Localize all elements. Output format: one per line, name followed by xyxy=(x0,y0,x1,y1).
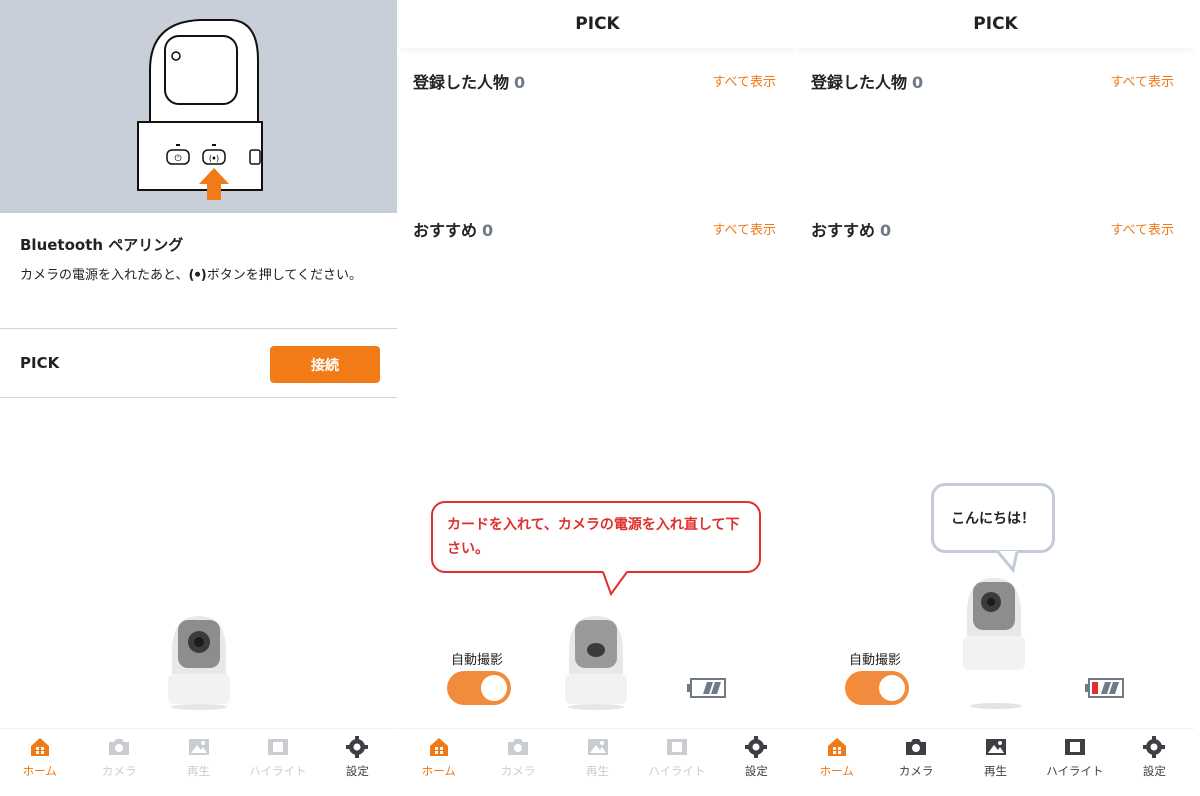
bluetooth-pairing-title: Bluetooth ペアリング xyxy=(20,236,184,254)
error-bubble: カードを入れて、カメラの電源を入れ直して下さい。 xyxy=(431,501,761,573)
tab-play[interactable]: 再生 xyxy=(558,729,637,796)
home-screen-error: PICK 登録した人物 0 すべて表示 おすすめ 0 すべて表示 カードを入れて、カ… xyxy=(399,0,796,796)
registered-people-count: 0 xyxy=(514,73,526,92)
svg-text:(ꔷ): (ꔷ) xyxy=(209,154,219,163)
film-icon xyxy=(1064,739,1085,755)
recommended-label: おすすめ xyxy=(811,221,876,240)
tab-label: ハイライト xyxy=(1046,764,1104,778)
tab-highlight[interactable]: ハイライト xyxy=(1035,729,1114,796)
divider xyxy=(0,397,397,398)
bubble-tail xyxy=(602,571,628,597)
gear-icon xyxy=(346,736,369,758)
image-icon xyxy=(188,739,209,755)
tab-play[interactable]: 再生 xyxy=(956,729,1035,796)
recommended-count: 0 xyxy=(880,221,892,240)
see-all-recommended-link[interactable]: すべて表示 xyxy=(712,219,776,238)
gear-icon xyxy=(1143,736,1166,758)
pick-camera-image xyxy=(565,616,627,710)
home-icon xyxy=(827,738,846,756)
greeting-bubble: こんにちは！ xyxy=(931,483,1055,553)
tab-home[interactable]: ホーム xyxy=(0,729,79,796)
auto-shoot-toggle[interactable] xyxy=(447,671,511,705)
registered-people-label: 登録した人物 xyxy=(811,73,908,92)
tab-highlight[interactable]: ハイライト xyxy=(637,729,716,796)
see-all-registered-link[interactable]: すべて表示 xyxy=(1110,71,1174,90)
film-icon xyxy=(267,739,288,755)
tab-label: ハイライト xyxy=(249,764,307,778)
camera-icon xyxy=(109,739,130,755)
recommended-count: 0 xyxy=(482,221,494,240)
tab-play[interactable]: 再生 xyxy=(159,729,238,796)
auto-shoot-label: 自動撮影 xyxy=(451,653,504,668)
tab-camera[interactable]: カメラ xyxy=(876,729,955,796)
tab-settings[interactable]: 設定 xyxy=(717,729,796,796)
header-title: PICK xyxy=(399,0,796,48)
registered-people-title: 登録した人物 0 xyxy=(811,69,923,93)
registered-people-count: 0 xyxy=(912,73,924,92)
tab-label: 設定 xyxy=(744,764,768,778)
divider xyxy=(0,328,397,329)
connect-button[interactable]: 接続 xyxy=(270,346,380,383)
tab-home[interactable]: ホーム xyxy=(399,729,478,796)
wireless-button-icon: (ꔷ) xyxy=(188,268,207,283)
tab-bar: ホーム カメラ 再生 ハイライト 設定 xyxy=(797,728,1194,796)
recommended-title: おすすめ 0 xyxy=(413,217,493,241)
pairing-screen: ⏻ (ꔷ) Bluetooth ペアリング カメラの電源を入れたあと、(ꔷ)ボタ… xyxy=(0,0,397,796)
recommended-title: おすすめ 0 xyxy=(811,217,891,241)
home-icon xyxy=(429,738,448,756)
tab-label: カメラ xyxy=(101,764,137,778)
registered-people-label: 登録した人物 xyxy=(413,73,510,92)
tab-settings[interactable]: 設定 xyxy=(1115,729,1194,796)
camera-icon xyxy=(906,739,927,755)
image-icon xyxy=(587,739,608,755)
image-icon xyxy=(985,739,1006,755)
tab-label: 再生 xyxy=(187,764,211,778)
see-all-recommended-link[interactable]: すべて表示 xyxy=(1110,219,1174,238)
tab-label: 設定 xyxy=(1142,764,1166,778)
film-icon xyxy=(666,739,687,755)
pick-camera-image xyxy=(963,578,1025,670)
home-icon xyxy=(30,738,49,756)
battery-icon xyxy=(1085,678,1124,698)
camera-shadow xyxy=(970,703,1022,709)
tab-label: ホーム xyxy=(22,764,57,778)
auto-shoot-label: 自動撮影 xyxy=(849,653,902,668)
tab-label: ホーム xyxy=(421,764,456,778)
tab-label: カメラ xyxy=(500,764,536,778)
tab-camera[interactable]: カメラ xyxy=(478,729,557,796)
recommended-label: おすすめ xyxy=(413,221,478,240)
camera-icon xyxy=(508,739,529,755)
tab-highlight[interactable]: ハイライト xyxy=(238,729,317,796)
tab-bar: ホーム カメラ 再生 ハイライト 設定 xyxy=(399,728,796,796)
see-all-registered-link[interactable]: すべて表示 xyxy=(712,71,776,90)
auto-shoot-toggle[interactable] xyxy=(845,671,909,705)
tab-label: 再生 xyxy=(984,764,1008,778)
device-name: PICK xyxy=(20,354,60,372)
toggle-knob xyxy=(481,675,507,701)
camera-button-illustration: ⏻ (ꔷ) xyxy=(137,19,263,200)
registered-people-title: 登録した人物 0 xyxy=(413,69,525,93)
tab-label: ホーム xyxy=(819,764,854,778)
pairing-instructions-part1: カメラの電源を入れたあと、 xyxy=(20,268,189,283)
tab-label: カメラ xyxy=(898,764,934,778)
tab-bar: ホーム カメラ 再生 ハイライト 設定 xyxy=(0,728,397,796)
svg-text:⏻: ⏻ xyxy=(174,153,181,164)
pairing-instructions-part2: ボタンを押してください。 xyxy=(206,268,362,283)
tab-settings[interactable]: 設定 xyxy=(318,729,397,796)
pairing-illustration: ⏻ (ꔷ) xyxy=(0,0,397,213)
tab-label: 設定 xyxy=(345,764,369,778)
bubble-tail xyxy=(996,551,1019,574)
battery-icon xyxy=(687,678,726,698)
toggle-knob xyxy=(879,675,905,701)
home-screen: PICK 登録した人物 0 すべて表示 おすすめ 0 すべて表示 こんにちは！ 自動… xyxy=(797,0,1194,796)
pairing-instructions: カメラの電源を入れたあと、(ꔷ)ボタンを押してください。 xyxy=(20,264,380,287)
tab-label: ハイライト xyxy=(648,764,706,778)
pick-camera-image xyxy=(168,616,230,710)
tab-home[interactable]: ホーム xyxy=(797,729,876,796)
gear-icon xyxy=(745,736,768,758)
tab-camera[interactable]: カメラ xyxy=(79,729,158,796)
header-title: PICK xyxy=(797,0,1194,48)
tab-label: 再生 xyxy=(586,764,610,778)
